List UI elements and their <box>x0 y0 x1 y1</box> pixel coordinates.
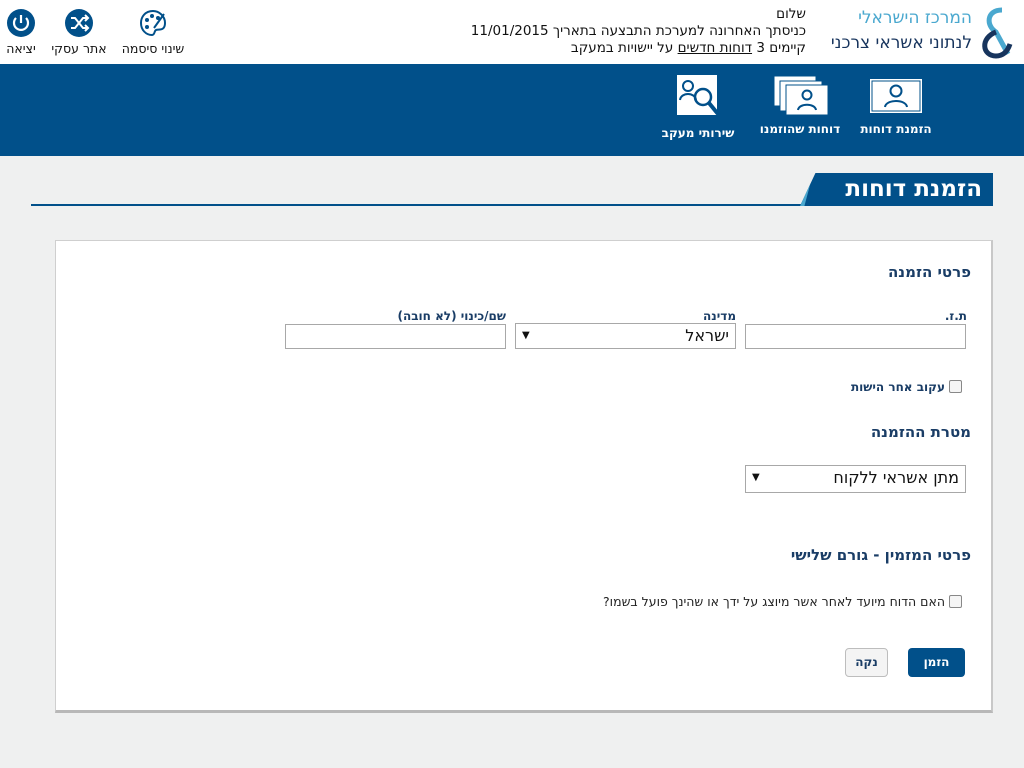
new-reports-suffix: על יישויות במעקב <box>570 40 674 56</box>
new-reports-prefix: קיימים 3 <box>756 40 806 56</box>
palette-icon <box>139 9 167 37</box>
id-input[interactable] <box>745 324 966 349</box>
clear-button[interactable]: נקה <box>845 648 888 677</box>
top-header: המרכז הישראלי לנתוני אשראי צרכני שלום כנ… <box>0 0 1024 64</box>
nav-ordered-reports-label: דוחות שהוזמנו <box>759 122 841 136</box>
logout-label: יציאה <box>6 41 36 56</box>
name-input[interactable] <box>285 324 506 349</box>
section-third-party: פרטי המזמין - גורם שלישי <box>790 546 971 564</box>
new-reports-line: קיימים 3 דוחות חדשים על יישויות במעקב <box>471 40 806 57</box>
power-icon <box>7 9 35 37</box>
stacked-cards-icon <box>773 75 829 116</box>
dropdown-arrow-icon: ▼ <box>522 330 530 341</box>
track-entity-label: עקוב אחר הישות <box>850 380 945 394</box>
business-site-label: אתר עסקי <box>51 41 107 56</box>
logo-icon <box>982 7 1013 59</box>
nav-tracking[interactable]: שירותי מעקב <box>655 72 741 140</box>
logo-line1: המרכז הישראלי <box>858 8 972 28</box>
track-entity-checkbox[interactable] <box>949 380 962 393</box>
page-title: הזמנת דוחות <box>845 176 982 202</box>
section-order-details: פרטי הזמנה <box>888 263 971 281</box>
country-selected: ישראל <box>685 326 729 345</box>
logo-text: המרכז הישראלי לנתוני אשראי צרכני <box>831 6 972 56</box>
change-password-button[interactable]: שינוי סיסמה <box>118 8 188 56</box>
nav-order-reports-label: הזמנת דוחות <box>860 122 932 136</box>
nav-ordered-reports[interactable]: דוחות שהוזמנו <box>754 72 846 136</box>
logout-button[interactable]: יציאה <box>0 8 56 56</box>
new-reports-link[interactable]: דוחות חדשים <box>678 40 752 56</box>
change-password-label: שינוי סיסמה <box>121 41 185 56</box>
name-label: שם/כינוי (לא חובה) <box>397 309 506 323</box>
person-card-icon <box>870 79 922 113</box>
main-nav: הזמנת דוחות דוחות שהוזמנו שירותי מעקב <box>0 64 1024 156</box>
welcome-hello: שלום <box>776 6 806 22</box>
third-party-checkbox[interactable] <box>949 595 962 608</box>
last-login-text: כניסתך האחרונה למערכת התבצעה בתאריך 11/0… <box>470 23 806 39</box>
purpose-title: מטרת ההזמנה <box>870 423 971 441</box>
welcome-box: שלום כניסתך האחרונה למערכת התבצעה בתאריך… <box>471 6 806 57</box>
nav-tracking-label: שירותי מעקב <box>661 126 735 140</box>
dropdown-arrow-icon: ▼ <box>752 472 760 483</box>
id-label: ת.ז. <box>944 309 967 323</box>
country-select[interactable]: ישראל ▼ <box>515 323 736 349</box>
third-party-question: האם הדוח מיועד לאחר אשר מיוצג על ידך או … <box>603 594 945 609</box>
magnifier-person-icon <box>677 75 720 116</box>
logo-line2: לנתוני אשראי צרכני <box>830 33 972 53</box>
order-button[interactable]: הזמן <box>908 648 965 677</box>
shuffle-icon <box>65 9 93 37</box>
order-form-panel: פרטי הזמנה ת.ז. מדינה ישראל ▼ שם/כינוי (… <box>55 240 993 713</box>
nav-order-reports[interactable]: הזמנת דוחות <box>856 72 936 136</box>
purpose-select[interactable]: מתן אשראי ללקוח ▼ <box>745 465 966 493</box>
purpose-selected: מתן אשראי ללקוח <box>833 468 959 487</box>
country-label: מדינה <box>703 309 736 323</box>
